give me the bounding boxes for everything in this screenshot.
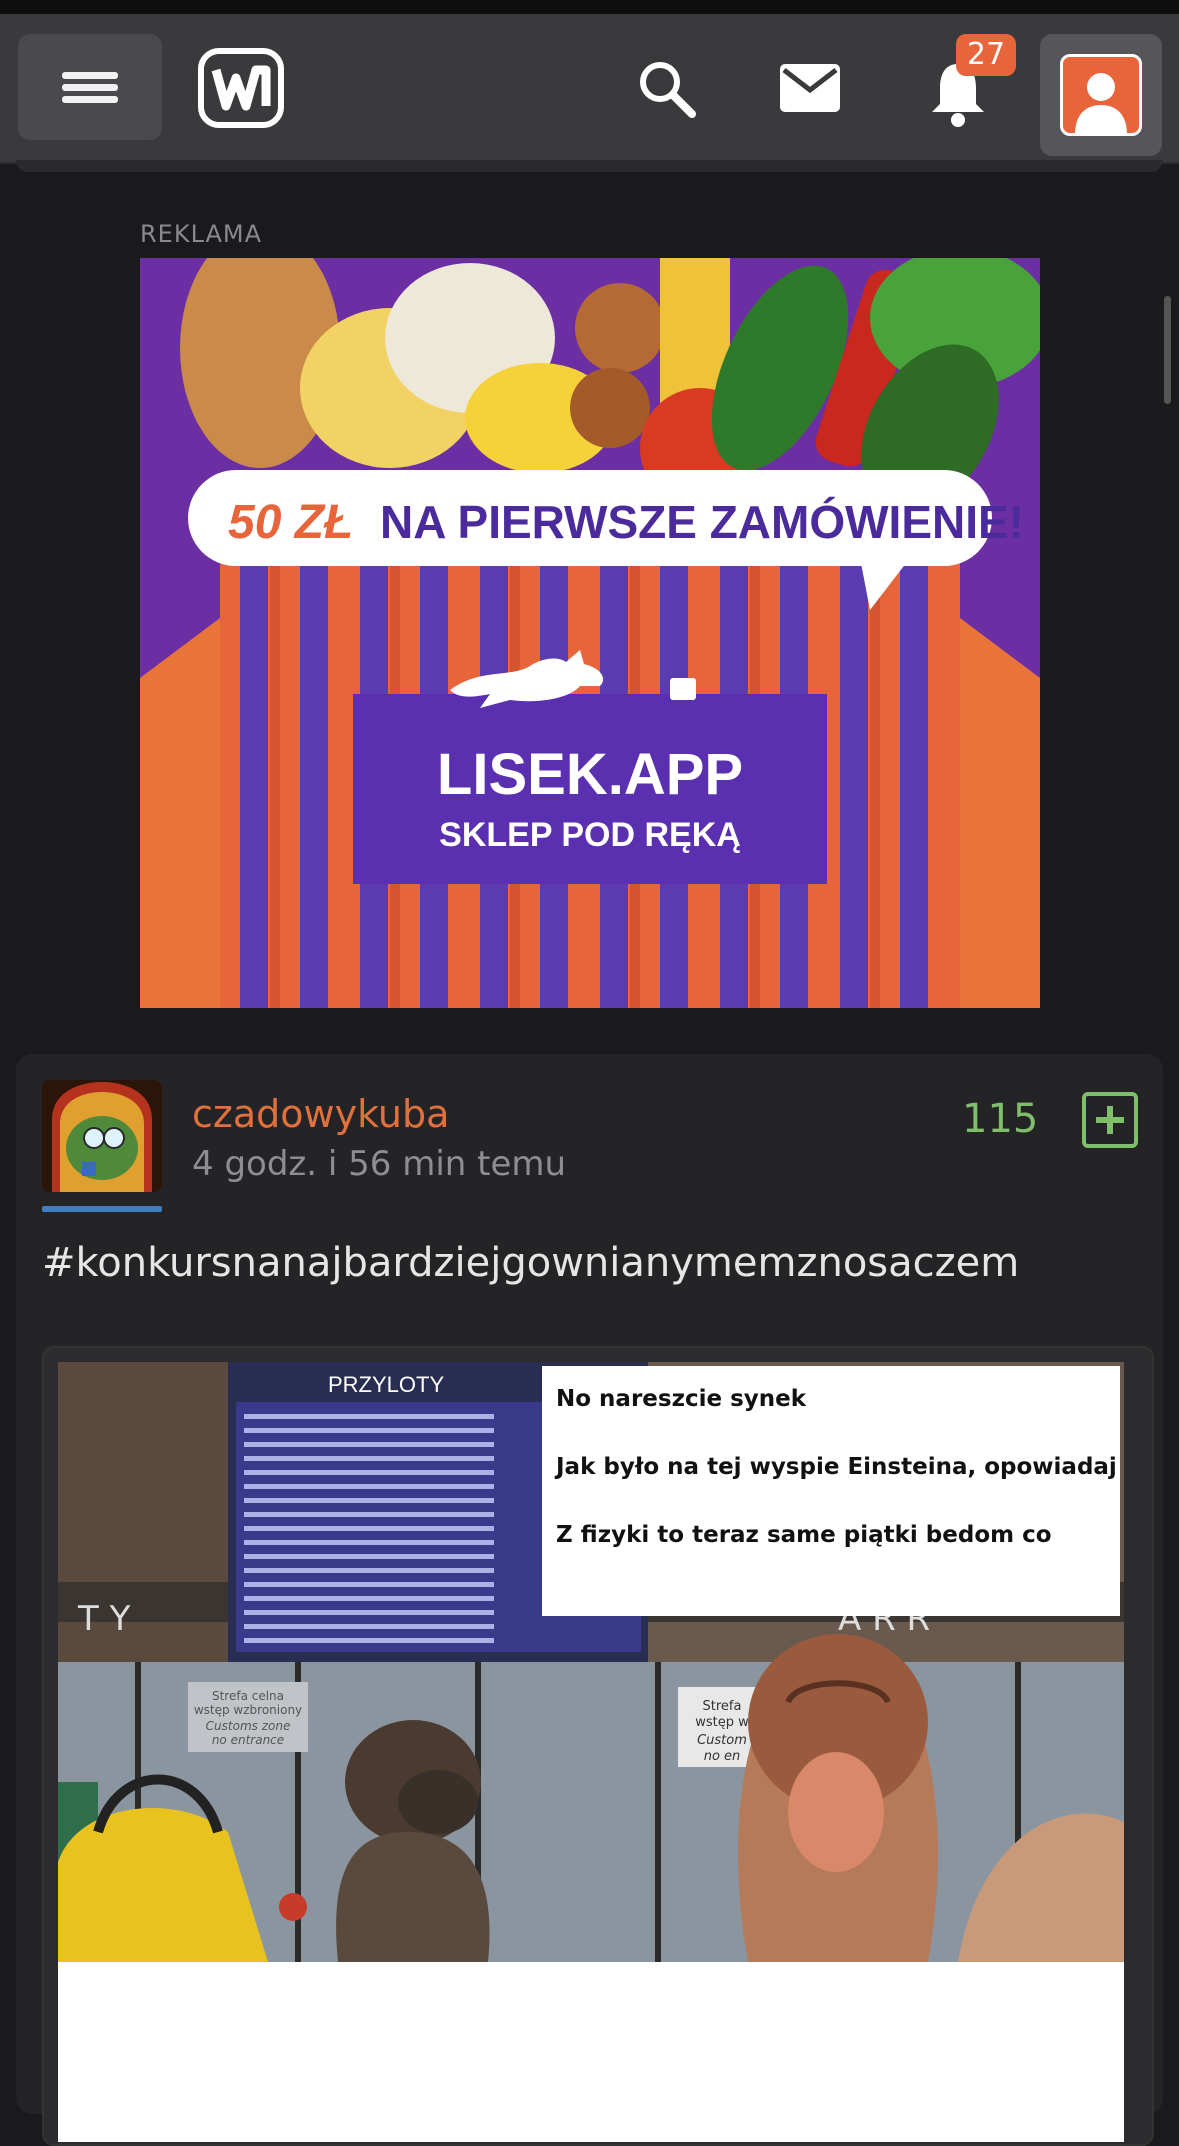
post-author-avatar[interactable] (42, 1080, 162, 1192)
sign-right-line4: no en (704, 1749, 741, 1764)
site-logo[interactable] (198, 48, 284, 128)
meme-line-3: Z fizyki to teraz same piątki bedom co (556, 1522, 1052, 1548)
notification-badge: 27 (956, 34, 1016, 76)
menu-icon-bar (62, 96, 118, 103)
post-username[interactable]: czadowykuba (192, 1092, 449, 1136)
author-color-bar (42, 1206, 162, 1212)
menu-icon-bar (62, 72, 118, 79)
upvote-plus-button[interactable] (1082, 1092, 1138, 1148)
ad-amount: 50 ZŁ (228, 496, 353, 549)
user-avatar-button[interactable] (1040, 34, 1162, 156)
post-image-container[interactable]: PRZYLOTY T Y A R R Strefa celna wstęp wz… (42, 1346, 1154, 2146)
scrollbar[interactable] (1164, 296, 1171, 404)
post-hashtag[interactable]: #konkursnanajbardziejgownianymemznosacze… (42, 1240, 1019, 1286)
ad-tagline: SKLEP POD RĘKĄ (439, 816, 741, 854)
sign-left-line2: wstęp wzbroniony (194, 1703, 302, 1717)
top-navbar: 27 (0, 14, 1179, 164)
sign-left-line4: no entrance (212, 1733, 284, 1747)
sign-right-line3: Custom (697, 1733, 747, 1748)
ad-brand: LISEK.APP (437, 742, 743, 807)
svg-text:T Y: T Y (77, 1599, 131, 1639)
board-title: PRZYLOTY (328, 1372, 444, 1397)
vote-count: 115 (962, 1096, 1039, 1142)
post-timestamp[interactable]: 4 godz. i 56 min temu (192, 1144, 566, 1184)
sign-left-line1: Strefa celna (212, 1689, 284, 1703)
meme-line-2: Jak było na tej wyspie Einsteina, opowia… (556, 1454, 1117, 1480)
menu-icon-bar (62, 84, 118, 91)
sign-right-line2: wstęp w (695, 1715, 749, 1730)
post-card: czadowykuba 4 godz. i 56 min temu 115 #k… (16, 1054, 1163, 2146)
header-shadow (16, 160, 1163, 172)
sign-left-line3: Customs zone (206, 1719, 291, 1733)
user-avatar-icon (1060, 54, 1142, 136)
advertisement-banner[interactable]: 50 ZŁ NA PIERWSZE ZAMÓWIENIE! LISEK.APP … (140, 258, 1040, 1008)
search-icon[interactable] (636, 58, 698, 120)
ad-headline: NA PIERWSZE ZAMÓWIENIE! (380, 496, 1024, 548)
mail-icon[interactable] (778, 62, 842, 114)
ad-artwork: 50 ZŁ NA PIERWSZE ZAMÓWIENIE! LISEK.APP … (140, 258, 1040, 1008)
meme-caption-box: No nareszcie synek Jak było na tej wyspi… (542, 1366, 1120, 1616)
meme-line-1: No nareszcie synek (556, 1386, 807, 1412)
meme-image[interactable]: PRZYLOTY T Y A R R Strefa celna wstęp wz… (58, 1362, 1124, 2142)
status-strip (0, 0, 1179, 14)
sign-right-line1: Strefa (703, 1699, 742, 1714)
menu-button[interactable] (18, 34, 162, 140)
ad-label: REKLAMA (140, 220, 263, 248)
